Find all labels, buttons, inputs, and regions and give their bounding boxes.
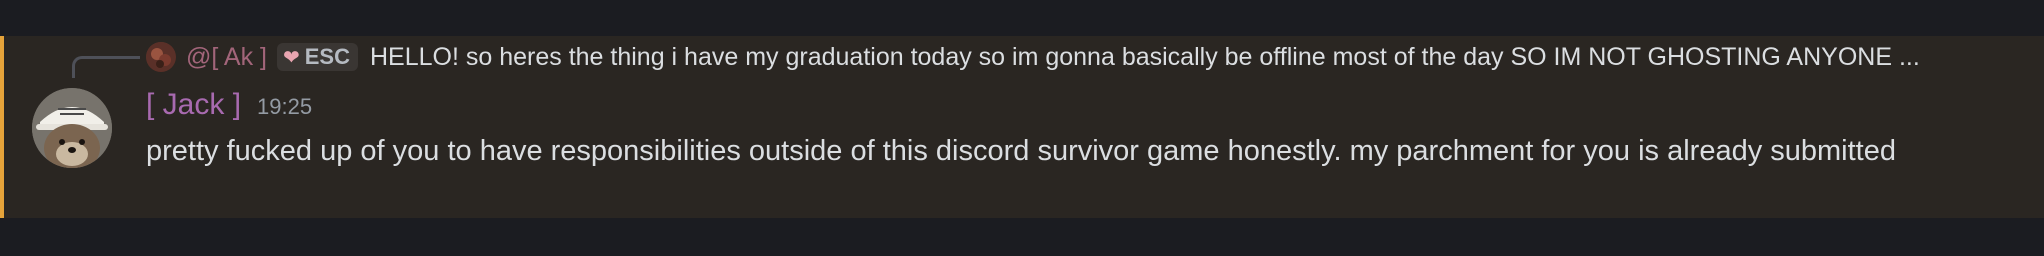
heart-icon: ❤ <box>282 46 300 69</box>
message-header: [ Jack ] 19:25 <box>146 88 312 126</box>
message-item[interactable]: @[ Ak ] ❤ ESC HELLO! so heres the thing … <box>0 36 2044 218</box>
message-timestamp[interactable]: 19:25 <box>257 94 312 120</box>
reply-author-avatar[interactable] <box>146 42 176 72</box>
reply-author-name[interactable]: @[ Ak ] <box>186 43 267 72</box>
author-name[interactable]: [ Jack ] <box>146 88 241 122</box>
reply-spine <box>72 56 140 78</box>
reply-content[interactable]: HELLO! so heres the thing i have my grad… <box>370 43 2036 72</box>
role-tag-label: ESC <box>304 44 350 69</box>
mention-highlight-bar <box>0 36 4 218</box>
message-content: pretty fucked up of you to have responsi… <box>146 135 1896 167</box>
role-tag: ❤ ESC <box>276 43 358 71</box>
reply-preview[interactable]: @[ Ak ] ❤ ESC HELLO! so heres the thing … <box>146 40 2036 74</box>
author-avatar[interactable] <box>32 88 112 168</box>
